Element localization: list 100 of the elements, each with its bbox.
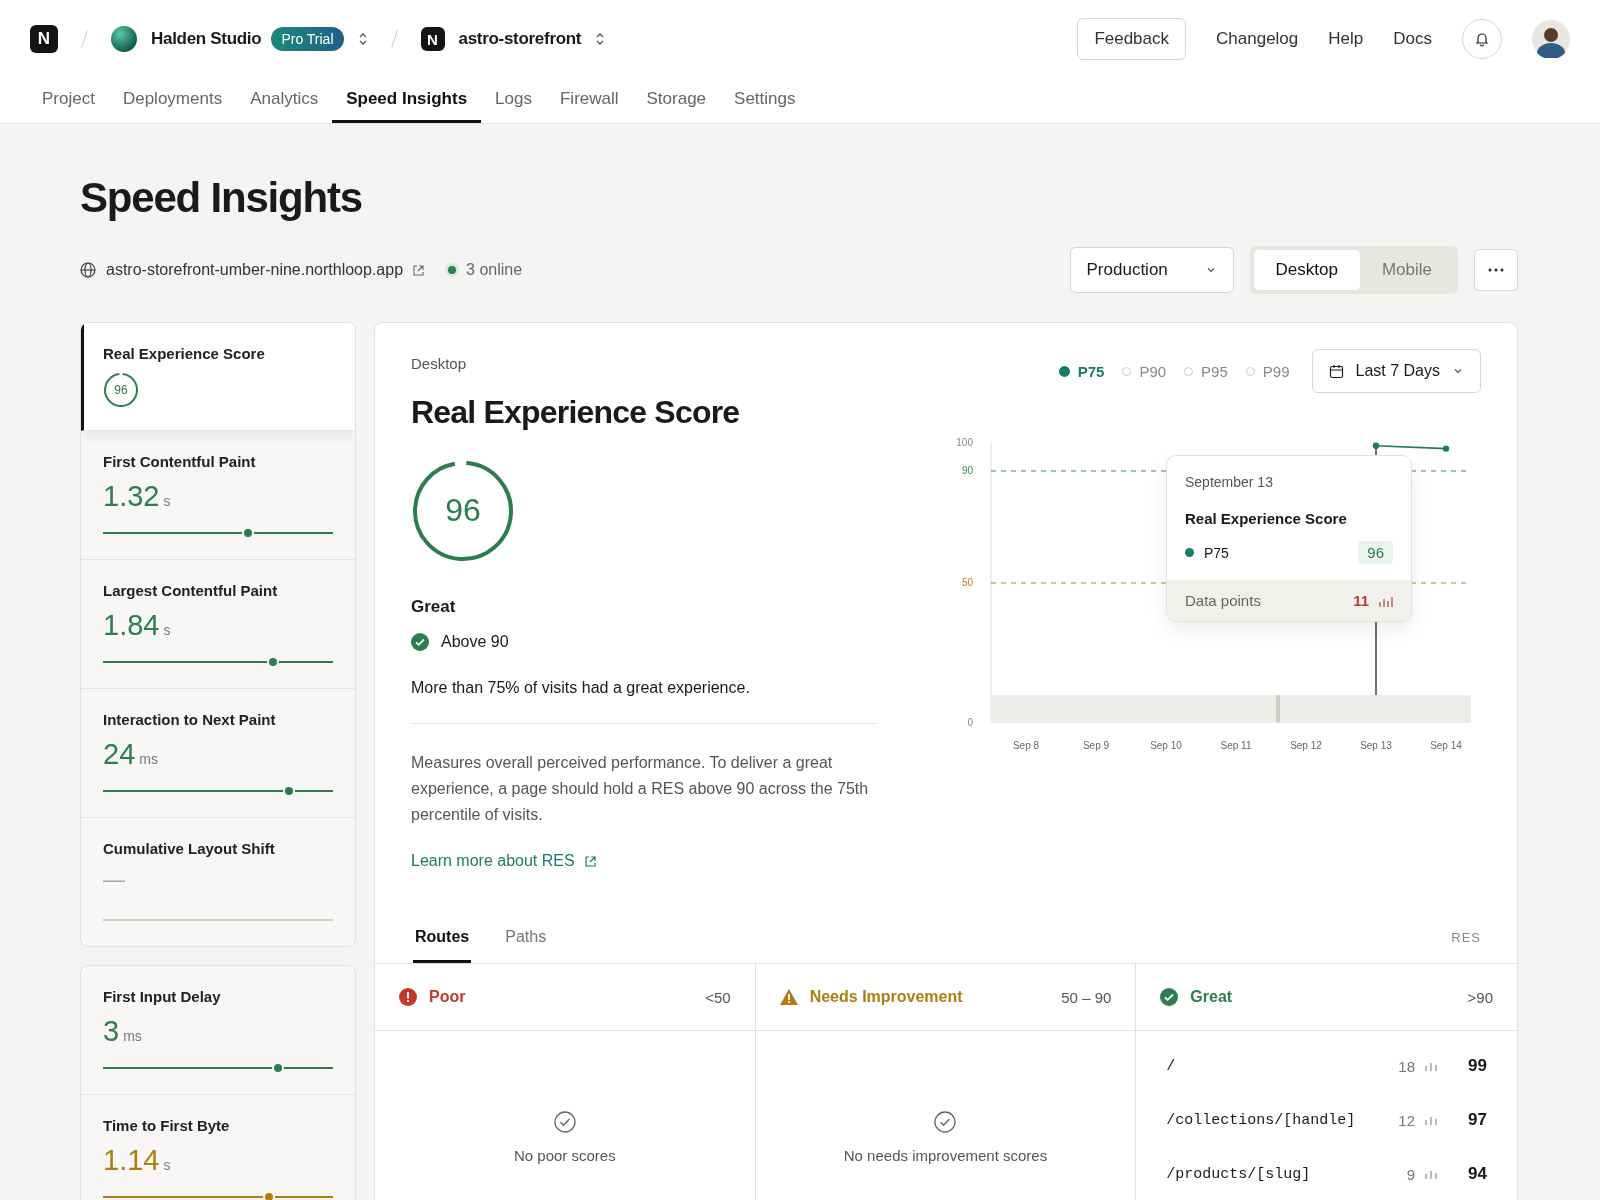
metric-name: Time to First Byte (103, 1117, 231, 1134)
device-tab[interactable]: Mobile (1359, 250, 1454, 290)
tooltip-date: September 13 (1185, 474, 1274, 490)
route-score: 94 (1467, 1164, 1487, 1184)
metric-name: Real Experience Score (103, 345, 266, 362)
switcher-icon[interactable] (357, 32, 368, 46)
metric-name: Interaction to Next Paint (103, 711, 277, 728)
series-name: P75 (1204, 544, 1229, 561)
rating-label: Great (411, 597, 456, 617)
x-tick-label: Sep 12 (1290, 740, 1322, 751)
plan-badge: Pro Trial (271, 27, 344, 51)
bar-chart-icon (1425, 1115, 1437, 1125)
empty-state-text: No needs improvement scores (843, 1147, 1048, 1164)
nav-tab[interactable]: Storage (632, 78, 721, 123)
external-link-icon[interactable] (584, 855, 596, 867)
date-range-dropdown[interactable]: Last 7 Days (1311, 349, 1481, 393)
route-score: 99 (1467, 1056, 1487, 1076)
nav-tab[interactable]: Analytics (236, 78, 333, 123)
check-icon (411, 633, 429, 651)
team-avatar-icon (111, 26, 137, 52)
y-tick-label: 90 (961, 465, 973, 476)
empty-state-text: No poor scores (513, 1147, 616, 1164)
metric-item[interactable]: Time to First Byte 1.14 s (81, 1095, 355, 1200)
metric-name: First Contentful Paint (103, 453, 257, 470)
percentile-option[interactable]: P95 (1184, 362, 1228, 380)
team-name[interactable]: Halden Studio (151, 29, 262, 49)
nav-tab[interactable]: Logs (481, 78, 546, 123)
description-text: Measures overall perceived performance. To deliver a great experience, a page should hold a RES above 90 across the 75th percentile of visits. (411, 753, 870, 825)
metric-name: First Input Delay (103, 988, 222, 1005)
page-title: Speed Insights (80, 174, 363, 222)
routes-tab[interactable]: Paths (503, 928, 549, 963)
metric-value: 24 (103, 738, 136, 771)
metric-value: 1.32 (103, 480, 160, 513)
online-count: 3 online (466, 261, 523, 279)
metric-item[interactable]: First Input Delay 3 ms (81, 966, 355, 1095)
bar-chart-icon (1379, 594, 1393, 607)
logo[interactable]: N (30, 25, 58, 53)
x-tick-label: Sep 8 (1012, 740, 1040, 751)
routes-tab[interactable]: Routes (413, 928, 472, 963)
route-path: /collections/[handle] (1166, 1111, 1356, 1129)
metric-unit: s (163, 1157, 171, 1173)
score-value: 96 (113, 383, 129, 397)
visit-count: 18 (1398, 1057, 1415, 1075)
group-range: <50 (705, 988, 731, 1006)
metric-name: Largest Contentful Paint (103, 582, 279, 599)
metric-unit: ms (139, 751, 158, 767)
visit-count: 9 (1406, 1165, 1415, 1183)
metric-item[interactable]: Interaction to Next Paint 24 ms (81, 689, 355, 818)
percentile-option[interactable]: P90 (1122, 362, 1167, 380)
column-label: RES (1451, 930, 1481, 947)
environment-dropdown[interactable]: Production (1069, 247, 1234, 293)
route-row[interactable]: /collections/[handle] 12 97 (1166, 1093, 1487, 1147)
switcher-icon[interactable] (595, 32, 606, 46)
metric-value: 1.84 (103, 609, 160, 642)
metric-item[interactable]: Real Experience Score 96 (81, 323, 355, 431)
route-row[interactable]: /products/[slug] 9 94 (1166, 1147, 1487, 1200)
metric-item[interactable]: Largest Contentful Paint 1.84 s (81, 560, 355, 689)
calendar-icon (1328, 363, 1344, 379)
warning-icon (779, 989, 798, 1005)
metric-value: 3 (103, 1015, 120, 1048)
external-link-icon[interactable] (413, 264, 425, 276)
learn-more-link[interactable]: Learn more about RES (411, 852, 575, 870)
route-path: /products/[slug] (1166, 1165, 1311, 1183)
x-tick-label: Sep 10 (1150, 740, 1182, 751)
metric-item[interactable]: First Contentful Paint 1.32 s (81, 431, 355, 560)
percentile-option[interactable]: P99 (1245, 362, 1290, 380)
project-name[interactable]: astro-storefront (458, 29, 582, 49)
metric-unit: s (163, 622, 171, 638)
metric-item[interactable]: Cumulative Layout Shift — (81, 818, 355, 946)
x-tick-label: Sep 14 (1430, 740, 1462, 751)
metric-value: 1.14 (103, 1144, 160, 1177)
route-row[interactable]: / 18 99 (1166, 1039, 1487, 1093)
data-point[interactable] (1442, 445, 1450, 452)
nav-tab[interactable]: Settings (720, 78, 810, 123)
tooltip-value: 96 (1358, 541, 1393, 564)
tooltip-title: Real Experience Score (1185, 510, 1348, 527)
header-link[interactable]: Changelog (1216, 29, 1299, 49)
series-dot (1185, 548, 1194, 557)
x-tick-label: Sep 11 (1220, 740, 1252, 751)
percentile-option[interactable]: P75 (1058, 362, 1105, 380)
brush-handle[interactable] (1276, 695, 1280, 723)
nav-tab[interactable]: Speed Insights (332, 78, 482, 123)
site-url-link[interactable]: astro-storefront-umber-nine.northloop.app (106, 261, 404, 279)
header-link[interactable]: Docs (1393, 29, 1432, 49)
feedback-button[interactable]: Feedback (1077, 18, 1187, 60)
more-icon (1488, 268, 1504, 272)
header-link[interactable]: Help (1328, 29, 1364, 49)
nav-tab[interactable]: Firewall (545, 78, 633, 123)
metric-unit: ms (123, 1028, 142, 1044)
nav-tab[interactable]: Deployments (108, 78, 237, 123)
bar-chart-icon (1425, 1169, 1437, 1179)
device-tab[interactable]: Desktop (1253, 250, 1360, 290)
x-tick-label: Sep 13 (1360, 740, 1392, 751)
route-score: 97 (1467, 1110, 1487, 1130)
logo[interactable]: N (420, 27, 445, 51)
user-avatar-icon[interactable] (1532, 20, 1570, 58)
nav-tab[interactable]: Project (28, 78, 109, 123)
metric-title: Real Experience Score (411, 394, 740, 431)
threshold-label: Above 90 (441, 633, 509, 651)
data-point[interactable] (1372, 442, 1380, 449)
